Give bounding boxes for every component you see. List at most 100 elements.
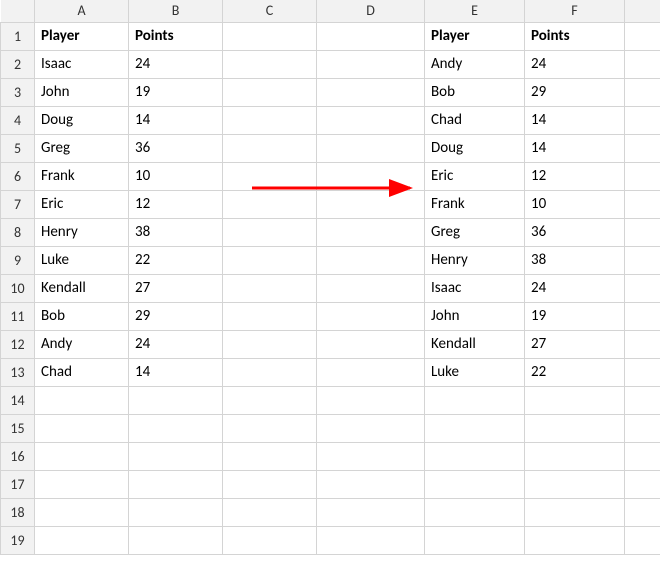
- cell-C14[interactable]: [223, 386, 317, 414]
- cell-A14[interactable]: [35, 386, 129, 414]
- cell-F12[interactable]: 27: [525, 330, 625, 358]
- cell-C3[interactable]: [223, 78, 317, 106]
- cell-C4[interactable]: [223, 106, 317, 134]
- cell-B6[interactable]: 10: [129, 162, 223, 190]
- cell-D18[interactable]: [317, 498, 425, 526]
- cell-F17[interactable]: [525, 470, 625, 498]
- cell-G5[interactable]: [625, 134, 660, 162]
- cell-A2[interactable]: Isaac: [35, 50, 129, 78]
- cell-A3[interactable]: John: [35, 78, 129, 106]
- cell-G15[interactable]: [625, 414, 660, 442]
- cell-F6[interactable]: 12: [525, 162, 625, 190]
- cell-E7[interactable]: Frank: [425, 190, 525, 218]
- cell-F18[interactable]: [525, 498, 625, 526]
- cell-C2[interactable]: [223, 50, 317, 78]
- row-header-13[interactable]: 13: [1, 358, 35, 386]
- cell-C8[interactable]: [223, 218, 317, 246]
- cell-E11[interactable]: John: [425, 302, 525, 330]
- cell-G1[interactable]: [625, 22, 660, 50]
- cell-F5[interactable]: 14: [525, 134, 625, 162]
- select-all-corner[interactable]: [1, 0, 35, 22]
- row-header-12[interactable]: 12: [1, 330, 35, 358]
- col-header-E[interactable]: E: [425, 0, 525, 22]
- cell-A9[interactable]: Luke: [35, 246, 129, 274]
- row-header-3[interactable]: 3: [1, 78, 35, 106]
- cell-F4[interactable]: 14: [525, 106, 625, 134]
- cell-E18[interactable]: [425, 498, 525, 526]
- row-header-2[interactable]: 2: [1, 50, 35, 78]
- cell-B12[interactable]: 24: [129, 330, 223, 358]
- cell-D9[interactable]: [317, 246, 425, 274]
- row-header-5[interactable]: 5: [1, 134, 35, 162]
- cell-D10[interactable]: [317, 274, 425, 302]
- cell-E13[interactable]: Luke: [425, 358, 525, 386]
- cell-E8[interactable]: Greg: [425, 218, 525, 246]
- cell-G19[interactable]: [625, 526, 660, 554]
- cell-E16[interactable]: [425, 442, 525, 470]
- cell-D2[interactable]: [317, 50, 425, 78]
- cell-G6[interactable]: [625, 162, 660, 190]
- cell-G16[interactable]: [625, 442, 660, 470]
- cell-F14[interactable]: [525, 386, 625, 414]
- cell-A11[interactable]: Bob: [35, 302, 129, 330]
- row-header-7[interactable]: 7: [1, 190, 35, 218]
- cell-E14[interactable]: [425, 386, 525, 414]
- cell-D13[interactable]: [317, 358, 425, 386]
- cell-D11[interactable]: [317, 302, 425, 330]
- row-header-15[interactable]: 15: [1, 414, 35, 442]
- cell-G8[interactable]: [625, 218, 660, 246]
- cell-A17[interactable]: [35, 470, 129, 498]
- row-header-19[interactable]: 19: [1, 526, 35, 554]
- cell-F11[interactable]: 19: [525, 302, 625, 330]
- cell-A15[interactable]: [35, 414, 129, 442]
- cell-A1[interactable]: Player: [35, 22, 129, 50]
- cell-E3[interactable]: Bob: [425, 78, 525, 106]
- cell-F7[interactable]: 10: [525, 190, 625, 218]
- cell-C11[interactable]: [223, 302, 317, 330]
- cell-C16[interactable]: [223, 442, 317, 470]
- row-header-8[interactable]: 8: [1, 218, 35, 246]
- cell-E12[interactable]: Kendall: [425, 330, 525, 358]
- cell-C19[interactable]: [223, 526, 317, 554]
- cell-G2[interactable]: [625, 50, 660, 78]
- row-header-16[interactable]: 16: [1, 442, 35, 470]
- cell-D17[interactable]: [317, 470, 425, 498]
- cell-E1[interactable]: Player: [425, 22, 525, 50]
- row-header-18[interactable]: 18: [1, 498, 35, 526]
- cell-D19[interactable]: [317, 526, 425, 554]
- cell-B7[interactable]: 12: [129, 190, 223, 218]
- cell-D6[interactable]: [317, 162, 425, 190]
- cell-F3[interactable]: 29: [525, 78, 625, 106]
- cell-F13[interactable]: 22: [525, 358, 625, 386]
- cell-B3[interactable]: 19: [129, 78, 223, 106]
- cell-F2[interactable]: 24: [525, 50, 625, 78]
- row-header-4[interactable]: 4: [1, 106, 35, 134]
- cell-G17[interactable]: [625, 470, 660, 498]
- cell-E15[interactable]: [425, 414, 525, 442]
- cell-G18[interactable]: [625, 498, 660, 526]
- col-header-F[interactable]: F: [525, 0, 625, 22]
- cell-D5[interactable]: [317, 134, 425, 162]
- cell-C13[interactable]: [223, 358, 317, 386]
- cell-C17[interactable]: [223, 470, 317, 498]
- cell-F15[interactable]: [525, 414, 625, 442]
- cell-A8[interactable]: Henry: [35, 218, 129, 246]
- cell-D7[interactable]: [317, 190, 425, 218]
- cell-B19[interactable]: [129, 526, 223, 554]
- cell-F10[interactable]: 24: [525, 274, 625, 302]
- cell-B9[interactable]: 22: [129, 246, 223, 274]
- row-header-9[interactable]: 9: [1, 246, 35, 274]
- cell-C9[interactable]: [223, 246, 317, 274]
- cell-C10[interactable]: [223, 274, 317, 302]
- col-header-C[interactable]: C: [223, 0, 317, 22]
- cell-E19[interactable]: [425, 526, 525, 554]
- cell-C15[interactable]: [223, 414, 317, 442]
- cell-E10[interactable]: Isaac: [425, 274, 525, 302]
- cell-G13[interactable]: [625, 358, 660, 386]
- cell-E5[interactable]: Doug: [425, 134, 525, 162]
- cell-B1[interactable]: Points: [129, 22, 223, 50]
- cell-A18[interactable]: [35, 498, 129, 526]
- cell-B11[interactable]: 29: [129, 302, 223, 330]
- row-header-14[interactable]: 14: [1, 386, 35, 414]
- cell-G7[interactable]: [625, 190, 660, 218]
